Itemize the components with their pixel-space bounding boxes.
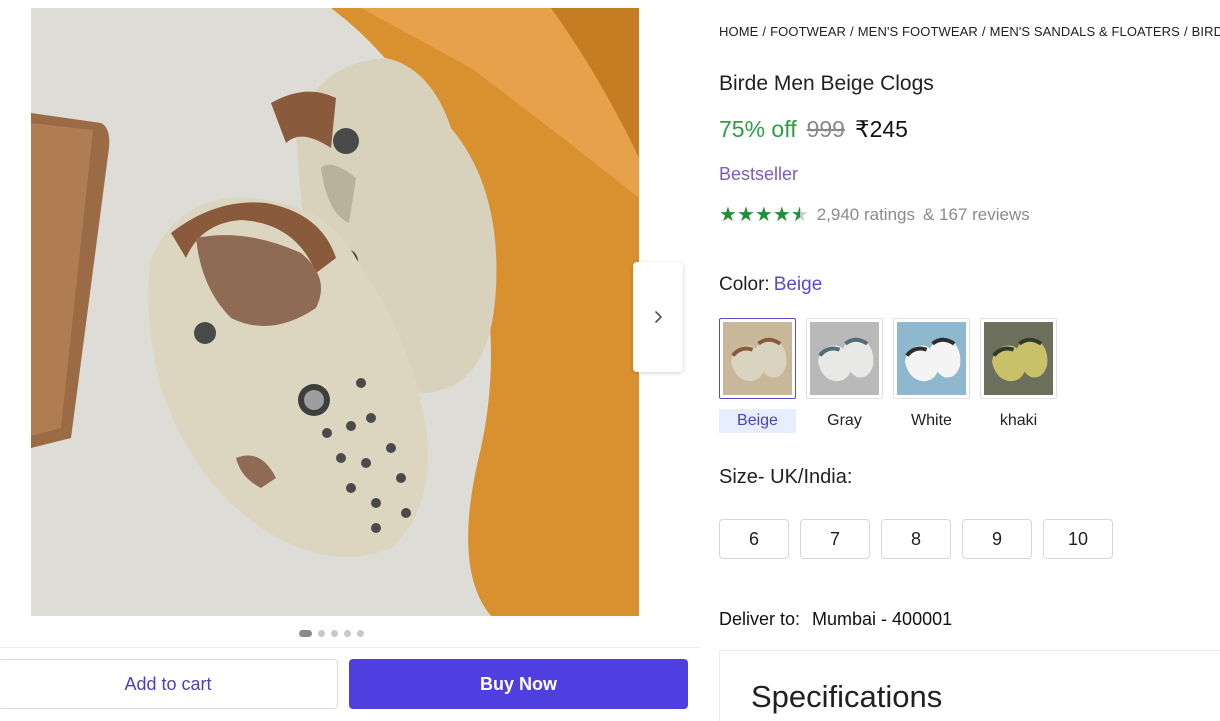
pagination-dot[interactable] — [318, 630, 325, 637]
swatch-thumbnail — [893, 318, 970, 399]
breadcrumb: HOME / FOOTWEAR / MEN'S FOOTWEAR / MEN'S SANDA… — [719, 24, 1220, 39]
buy-now-button[interactable]: Buy Now — [349, 659, 688, 709]
bestseller-badge: Bestseller — [719, 164, 799, 184]
delivery-location[interactable]: Mumbai - 400001 — [812, 609, 952, 630]
size-option[interactable]: 7 — [800, 519, 870, 559]
breadcrumb-separator: / — [981, 24, 986, 39]
breadcrumb-sandals-floaters[interactable]: MEN'S SANDALS & FLOATERS — [990, 24, 1180, 39]
breadcrumb-footwear[interactable]: FOOTWEAR — [770, 24, 846, 39]
product-gallery: Add to cart Buy Now — [0, 0, 700, 721]
breadcrumb-home[interactable]: HOME — [719, 24, 758, 39]
product-image[interactable] — [31, 8, 639, 616]
product-title: Birde Men Beige Clogs — [719, 72, 934, 95]
star-rating: ★ ★ ★ ★ ★ — [719, 205, 809, 225]
breadcrumb-mens-footwear[interactable]: MEN'S FOOTWEAR — [858, 24, 978, 39]
pagination-dot[interactable] — [344, 630, 351, 637]
swatch-thumbnail — [806, 318, 883, 399]
price-row: 75% off 999 ₹245 — [719, 116, 908, 143]
swatch-label: Gray — [827, 412, 862, 429]
image-pagination — [299, 630, 364, 637]
color-heading: Color: Beige — [719, 274, 822, 296]
swatch-label: Beige — [719, 409, 796, 433]
size-options: 6 7 8 9 10 — [719, 519, 1113, 559]
specifications-title: Specifications — [751, 679, 943, 714]
color-swatch[interactable]: White — [893, 318, 970, 433]
chevron-right-icon — [655, 311, 662, 323]
color-swatches: Beige Gray White khaki — [719, 318, 1057, 433]
sale-price: ₹245 — [854, 116, 908, 142]
swatch-thumbnail — [980, 318, 1057, 399]
pagination-dot[interactable] — [299, 630, 312, 637]
swatch-label: White — [911, 412, 952, 429]
ratings-count: 2,940 ratings — [816, 205, 915, 224]
breadcrumb-current: BIRDE ME — [1191, 24, 1220, 39]
product-details: HOME / FOOTWEAR / MEN'S FOOTWEAR / MEN'S SANDA… — [719, 0, 1220, 721]
size-option[interactable]: 9 — [962, 519, 1032, 559]
color-label: Color: — [719, 274, 770, 295]
selected-color: Beige — [773, 274, 823, 295]
pagination-dot[interactable] — [331, 630, 338, 637]
color-swatch[interactable]: khaki — [980, 318, 1057, 433]
delivery-label: Deliver to: — [719, 609, 801, 629]
size-label: Size- UK/India: — [719, 466, 853, 488]
color-swatch[interactable]: Beige — [719, 318, 796, 433]
star-icon: ★ — [719, 204, 737, 226]
original-price: 999 — [806, 116, 845, 142]
discount-percent: 75% off — [719, 116, 797, 142]
pagination-dot[interactable] — [357, 630, 364, 637]
size-option[interactable]: 8 — [881, 519, 951, 559]
breadcrumb-separator: / — [1183, 24, 1188, 39]
breadcrumb-separator: / — [850, 24, 854, 39]
star-icon: ★ — [736, 204, 755, 226]
add-to-cart-button[interactable]: Add to cart — [0, 659, 338, 709]
size-option[interactable]: 6 — [719, 519, 789, 559]
delivery-info: Deliver to: Mumbai - 400001 — [719, 609, 952, 630]
star-icon: ★ — [754, 204, 773, 226]
swatch-thumbnail — [719, 318, 796, 399]
color-swatch[interactable]: Gray — [806, 318, 883, 433]
rating-row[interactable]: ★ ★ ★ ★ ★ 2,940 ratings & 167 reviews — [719, 205, 1030, 225]
breadcrumb-separator: / — [762, 24, 767, 39]
star-icon: ★ — [790, 204, 809, 226]
specifications-section: Specifications — [719, 650, 1220, 721]
swatch-label: khaki — [999, 412, 1038, 429]
reviews-count: & 167 reviews — [922, 205, 1030, 224]
size-option[interactable]: 10 — [1043, 519, 1113, 559]
next-image-button[interactable] — [633, 262, 683, 372]
star-icon: ★ — [772, 204, 791, 226]
action-bar: Add to cart Buy Now — [0, 647, 700, 721]
